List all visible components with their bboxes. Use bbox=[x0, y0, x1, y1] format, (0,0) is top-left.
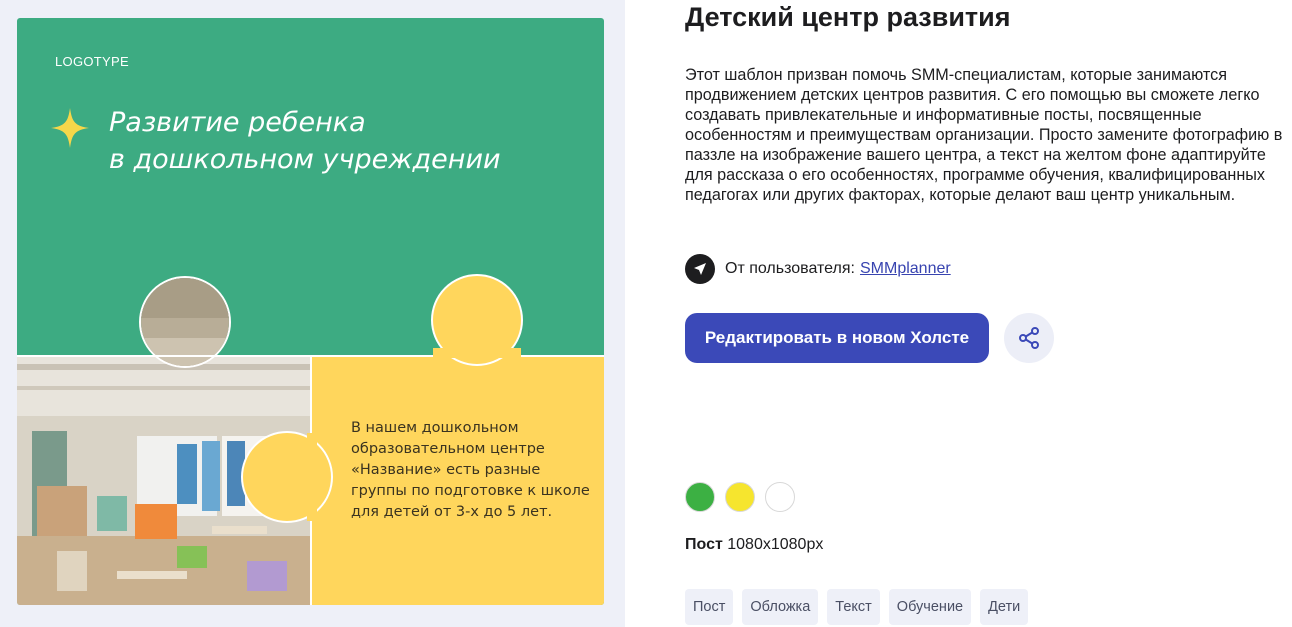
tag-item[interactable]: Пост bbox=[685, 589, 734, 625]
size-label: Пост bbox=[685, 536, 723, 553]
color-swatch-green[interactable] bbox=[685, 482, 715, 512]
tag-item[interactable]: Обучение bbox=[888, 589, 972, 625]
puzzle-knob-left-joint bbox=[307, 433, 317, 521]
sparkle-icon bbox=[51, 108, 89, 148]
tag-item[interactable]: Текст bbox=[827, 589, 880, 625]
headline-line-2: в дошкольном учреждении bbox=[109, 144, 501, 175]
puzzle-knob-top-joint bbox=[433, 348, 521, 358]
color-swatch-yellow[interactable] bbox=[725, 482, 755, 512]
logo-text: LOGOTYPE bbox=[55, 54, 129, 69]
edit-in-canvas-button[interactable]: Редактировать в новом Холсте bbox=[685, 313, 989, 363]
paper-plane-icon bbox=[685, 254, 715, 284]
puzzle-knob-left bbox=[241, 431, 333, 523]
headline-line-1: Развитие ребенка bbox=[109, 107, 366, 138]
author-link[interactable]: SMMplanner bbox=[860, 260, 951, 278]
template-description: Этот шаблон призван помочь SMM-специалис… bbox=[685, 66, 1283, 204]
size-info: Пост 1080x1080px bbox=[685, 536, 823, 554]
size-value: 1080x1080px bbox=[727, 536, 824, 553]
color-swatches bbox=[685, 482, 795, 512]
color-swatch-white[interactable] bbox=[765, 482, 795, 512]
author-prefix: От пользователя: bbox=[725, 260, 855, 277]
template-headline: Развитие ребенка в дошкольном учреждении bbox=[109, 104, 501, 178]
author-row: От пользователя: SMMplanner bbox=[685, 254, 951, 284]
tag-list: Пост Обложка Текст Обучение Дети bbox=[685, 589, 1029, 625]
puzzle-text: В нашем дошкольном образовательном центр… bbox=[351, 420, 590, 520]
share-icon bbox=[1019, 327, 1039, 349]
share-button[interactable] bbox=[1004, 313, 1054, 363]
tag-item[interactable]: Дети bbox=[980, 589, 1029, 625]
tag-item[interactable]: Обложка bbox=[742, 589, 819, 625]
template-title: Детский центр развития bbox=[685, 2, 1011, 32]
template-preview[interactable]: LOGOTYPE Развитие ребенка в дошкольном у… bbox=[17, 18, 604, 605]
preview-panel: LOGOTYPE Развитие ребенка в дошкольном у… bbox=[0, 0, 625, 627]
